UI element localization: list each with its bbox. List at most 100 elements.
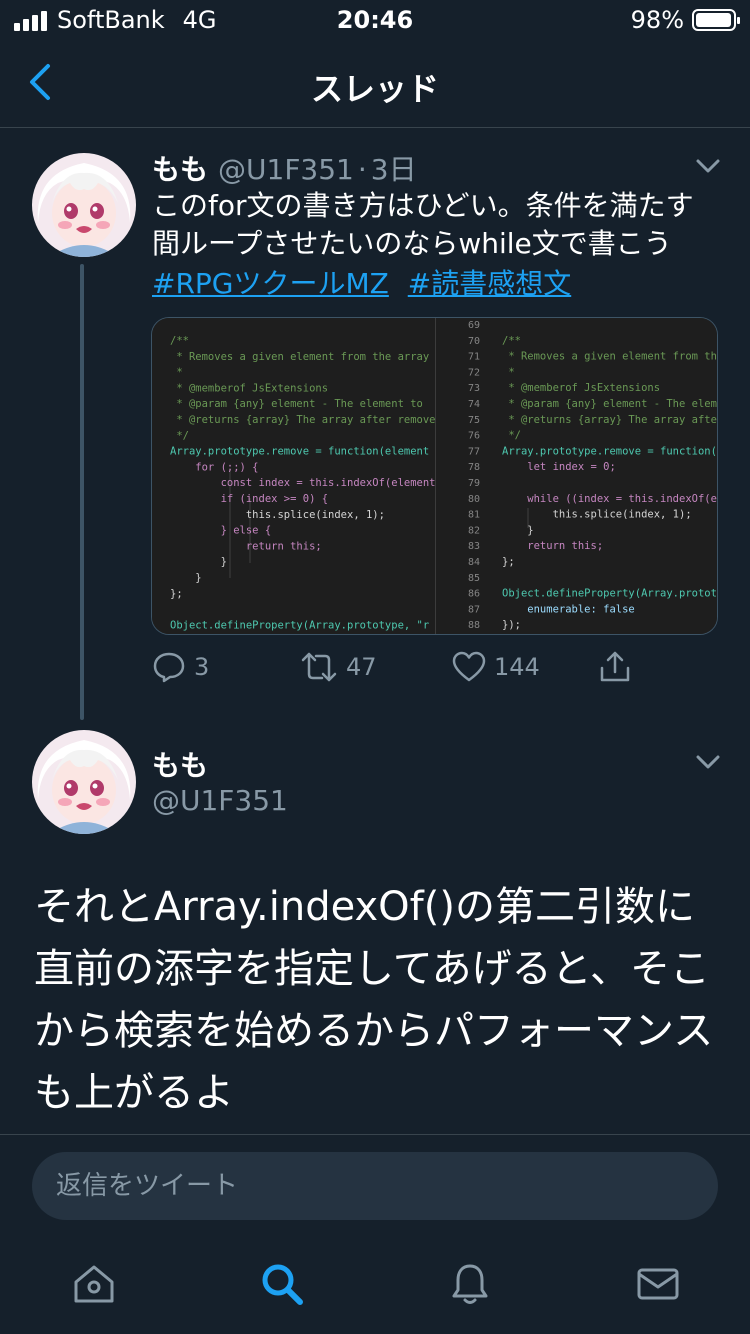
line-number: 83 xyxy=(468,541,480,552)
reply-input[interactable] xyxy=(56,1171,676,1201)
line-number: 82 xyxy=(468,525,480,536)
code-line: return this; xyxy=(170,540,322,552)
code-line: } xyxy=(170,556,227,568)
retweet-action[interactable]: 47 xyxy=(300,650,377,684)
line-number: 84 xyxy=(468,557,480,568)
line-number: 72 xyxy=(468,367,480,378)
line-number: 85 xyxy=(468,573,480,584)
code-line: } xyxy=(170,572,202,584)
code-line: Object.defineProperty(Array.prototype, "… xyxy=(170,619,429,631)
code-line: /** xyxy=(170,335,189,347)
code-line: }); xyxy=(502,619,521,631)
code-line: Array.prototype.remove = function(elemen… xyxy=(170,446,429,458)
code-line: }; xyxy=(170,588,183,600)
code-line: * xyxy=(170,367,183,379)
tweet-text: それとArray.indexOf()の第二引数に直前の添字を指定してあげると、そ… xyxy=(34,884,714,1116)
code-line: * xyxy=(502,366,515,378)
code-line: for (;;) { xyxy=(170,461,259,473)
line-number: 78 xyxy=(468,462,480,473)
code-line: }; xyxy=(502,556,515,568)
line-number: 76 xyxy=(468,431,480,442)
page-title: スレッド xyxy=(310,70,439,108)
status-bar: SoftBank 4G 20:46 98% xyxy=(0,0,750,40)
code-line: } xyxy=(502,524,534,536)
code-line: * @param {any} element - The elem xyxy=(502,398,717,410)
retweet-count: 47 xyxy=(346,653,377,681)
avatar-image xyxy=(32,153,136,257)
reply-count: 3 xyxy=(194,653,210,681)
line-number: 71 xyxy=(468,352,480,363)
line-number: 81 xyxy=(468,510,480,521)
notifications-icon[interactable] xyxy=(446,1260,494,1308)
hashtag-link[interactable]: #RPGツクールMZ xyxy=(152,267,389,300)
search-icon[interactable] xyxy=(258,1260,306,1308)
code-line: */ xyxy=(502,430,521,442)
battery-fill xyxy=(696,13,732,27)
code-line: * Removes a given element from the array xyxy=(170,351,429,363)
separator-dot: · xyxy=(357,153,367,186)
status-right: 98% xyxy=(630,6,740,34)
avatar-image xyxy=(32,730,136,834)
battery-percent: 98% xyxy=(630,6,684,34)
home-icon[interactable] xyxy=(70,1260,118,1308)
line-number: 75 xyxy=(468,415,480,426)
display-name[interactable]: もも xyxy=(152,744,208,784)
code-line: * @param {any} element - The element to xyxy=(170,398,423,410)
line-number: 86 xyxy=(468,589,480,600)
line-number: 69 xyxy=(468,320,480,331)
code-line: } else { xyxy=(170,525,271,537)
battery-icon xyxy=(692,9,740,31)
line-number: 74 xyxy=(468,399,480,410)
user-handle[interactable]: @U1F351 xyxy=(152,784,288,817)
user-handle[interactable]: @U1F351 xyxy=(218,153,354,186)
code-screenshot-image[interactable]: /** * Removes a given element from the a… xyxy=(151,317,718,635)
code-line: * Removes a given element from th xyxy=(502,351,717,363)
like-action[interactable]: 144 xyxy=(452,650,540,684)
nav-bar: スレッド xyxy=(0,40,750,128)
line-number: 79 xyxy=(468,478,480,489)
share-action[interactable] xyxy=(598,650,632,684)
code-line: Object.defineProperty(Array.protot xyxy=(502,588,717,600)
reply-icon xyxy=(153,652,185,683)
avatar[interactable] xyxy=(32,730,136,834)
tweet-actions: 3 47 144 xyxy=(152,650,652,690)
line-number: 88 xyxy=(468,620,480,631)
tweet-text: このfor文の書き方はひどい。条件を満たす間ループさせたいのならwhile文で書… xyxy=(152,189,694,260)
line-number: 73 xyxy=(468,383,480,394)
code-line: return this; xyxy=(502,540,603,552)
divider xyxy=(0,1134,750,1135)
code-line: this.splice(index, 1); xyxy=(502,509,692,521)
hashtag-link[interactable]: #読書感想文 xyxy=(408,267,571,300)
retweet-icon xyxy=(301,652,337,682)
tweet-time[interactable]: 3日 xyxy=(371,148,417,188)
code-line: * @returns {array} The array afte xyxy=(502,414,717,426)
code-line: /** xyxy=(502,335,521,347)
code-line: */ xyxy=(170,430,189,442)
avatar[interactable] xyxy=(32,153,136,257)
code-line: const index = this.indexOf(element xyxy=(170,477,436,489)
tab-bar xyxy=(0,1240,750,1334)
like-count: 144 xyxy=(494,653,540,681)
chevron-down-icon[interactable] xyxy=(692,150,724,182)
thread-line xyxy=(80,264,84,720)
line-number: 70 xyxy=(468,336,480,347)
code-line: enumerable: false xyxy=(502,603,635,615)
line-number: 80 xyxy=(468,494,480,505)
tweet-header: もも @U1F351 · 3日 xyxy=(152,148,417,188)
code-line: if (index >= 0) { xyxy=(170,493,328,505)
share-icon xyxy=(600,651,630,682)
code-line: this.splice(index, 1); xyxy=(170,509,385,521)
hashtag-list: #RPGツクールMZ #読書感想文 xyxy=(152,265,581,303)
code-diff-image: /** * Removes a given element from the a… xyxy=(152,318,717,634)
code-line: * @memberof JsExtensions xyxy=(502,382,660,394)
line-number: 77 xyxy=(468,446,480,457)
code-line: while ((index = this.indexOf(e xyxy=(502,493,717,505)
reply-box[interactable] xyxy=(32,1152,718,1220)
display-name[interactable]: もも xyxy=(152,148,208,188)
heart-icon xyxy=(452,651,486,682)
code-line: Array.prototype.remove = function( xyxy=(502,445,717,457)
messages-icon[interactable] xyxy=(634,1260,682,1308)
code-line: let index = 0; xyxy=(502,461,616,473)
chevron-down-icon[interactable] xyxy=(692,746,724,778)
reply-action[interactable]: 3 xyxy=(152,650,209,684)
